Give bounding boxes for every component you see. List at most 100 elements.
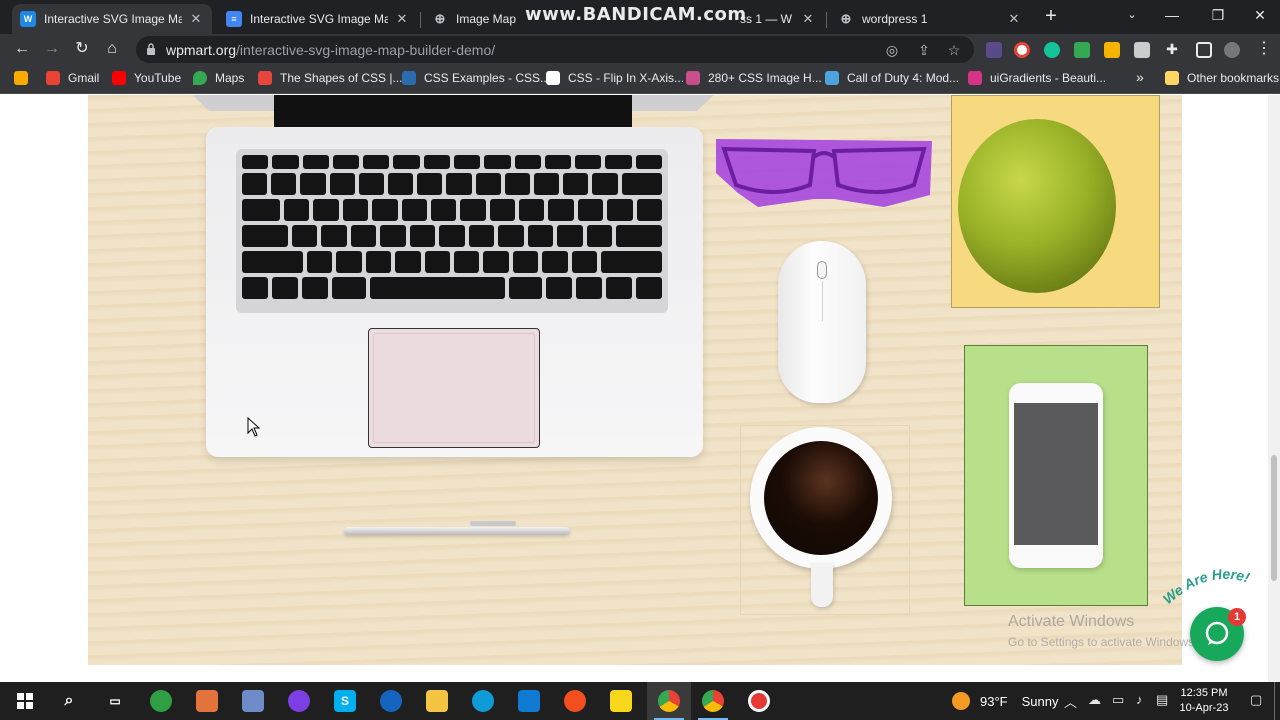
- bookmark-shapes-css[interactable]: The Shapes of CSS |...: [258, 71, 403, 85]
- trackpad-hotspot[interactable]: [368, 328, 540, 448]
- scrollbar-thumb[interactable]: [1271, 455, 1277, 581]
- edge-icon[interactable]: [472, 690, 494, 712]
- tray-chevron-icon[interactable]: ︿: [1064, 692, 1077, 711]
- bookmark-label: uiGradients - Beauti...: [990, 71, 1107, 85]
- activate-windows-subtitle: Go to Settings to activate Windows.: [1008, 635, 1198, 649]
- color-picker-extension-icon[interactable]: [986, 42, 1002, 58]
- chrome-profile-icon[interactable]: [702, 690, 724, 712]
- maximize-button[interactable]: ❐: [1198, 4, 1238, 26]
- bookmark-280-css[interactable]: 280+ CSS Image H...: [686, 71, 822, 85]
- tab-title: Interactive SVG Image Map B: [44, 12, 182, 26]
- bookmark-css-examples[interactable]: CSS Examples - CSS...: [402, 71, 550, 85]
- tab-title: Interactive SVG Image Map B: [250, 12, 388, 26]
- share-icon[interactable]: ⇪: [914, 40, 934, 60]
- other-bookmarks[interactable]: Other bookmarks: [1165, 71, 1279, 85]
- bandicam-record-icon[interactable]: [748, 690, 770, 712]
- bookmark-gmail[interactable]: Gmail: [46, 71, 99, 85]
- back-icon[interactable]: ←: [10, 37, 34, 61]
- url-path: /interactive-svg-image-map-builder-demo/: [236, 42, 496, 58]
- jr-icon: [686, 71, 700, 85]
- bookmark-youtube[interactable]: YouTube: [112, 71, 181, 85]
- screenshot-extension-icon[interactable]: [1134, 42, 1150, 58]
- volume-icon[interactable]: ♪: [1136, 692, 1143, 707]
- wp-icon: W: [20, 11, 36, 27]
- bookmark-call-of-duty[interactable]: Call of Duty 4: Mod...: [825, 71, 959, 85]
- glasses-hotspot[interactable]: [714, 137, 934, 209]
- bookmark-star-icon[interactable]: ☆: [944, 40, 964, 60]
- grammarly-icon[interactable]: [1044, 42, 1060, 58]
- app-icon-1[interactable]: [150, 690, 172, 712]
- new-tab-button[interactable]: +: [1040, 6, 1062, 28]
- chrome-extension-icon[interactable]: [1014, 42, 1030, 58]
- forward-icon[interactable]: →: [40, 37, 64, 61]
- figma-icon[interactable]: [564, 690, 586, 712]
- clock-date: 10-Apr-23: [1179, 702, 1229, 714]
- home-icon[interactable]: ⌂: [100, 37, 124, 61]
- bookmarks-overflow-button[interactable]: »: [1136, 69, 1144, 85]
- tab-5[interactable]: ⊕ wordpress 1 ✕: [830, 4, 1030, 34]
- sticky-note-extension-icon[interactable]: [1104, 42, 1120, 58]
- file-explorer-icon[interactable]: [426, 690, 448, 712]
- app-icon-2[interactable]: [196, 690, 218, 712]
- menu-kebab-icon[interactable]: ⋮: [1252, 37, 1276, 61]
- lock-icon: [147, 43, 155, 55]
- bookmark-css-flip[interactable]: CSS - Flip In X-Axis...: [546, 71, 684, 85]
- bookmark-label: The Shapes of CSS |...: [280, 71, 403, 85]
- github-icon[interactable]: [288, 690, 310, 712]
- search-icon[interactable]: ⌕: [58, 690, 80, 712]
- clock-time: 12:35 PM: [1180, 687, 1228, 699]
- tab-2[interactable]: ≡ Interactive SVG Image Map B ✕: [218, 4, 418, 34]
- tab-4[interactable]: ss 1 — W ✕: [732, 4, 824, 34]
- gmail-icon: [46, 71, 60, 85]
- skype-icon[interactable]: S: [334, 690, 356, 712]
- sun-icon: [952, 692, 970, 710]
- close-icon[interactable]: ✕: [1006, 11, 1022, 27]
- cod-icon: [825, 71, 839, 85]
- close-icon[interactable]: ✕: [188, 11, 204, 27]
- address-bar[interactable]: wpmart.org/interactive-svg-image-map-bui…: [136, 36, 974, 63]
- recording-watermark: www.BANDICAM.com: [525, 4, 747, 25]
- vscode-icon[interactable]: [518, 690, 540, 712]
- page-scrollbar[interactable]: [1268, 95, 1280, 682]
- language-icon[interactable]: ▤: [1156, 692, 1168, 708]
- cloud-icon[interactable]: ☁: [1088, 692, 1101, 708]
- chat-notification-badge: 1: [1228, 608, 1246, 626]
- url-text[interactable]: wpmart.org/interactive-svg-image-map-bui…: [166, 42, 495, 58]
- plant-hotspot[interactable]: [958, 119, 1116, 293]
- app-icon-4[interactable]: [380, 690, 402, 712]
- tab-separator: [420, 12, 421, 28]
- close-window-button[interactable]: ✕: [1240, 4, 1280, 26]
- tab-1[interactable]: W Interactive SVG Image Map B ✕: [12, 4, 212, 34]
- laptop-hotspot[interactable]: [206, 127, 703, 457]
- close-icon[interactable]: ✕: [800, 11, 816, 27]
- google-lens-icon[interactable]: ◎: [882, 40, 902, 60]
- app-icon-3[interactable]: [242, 690, 264, 712]
- profile-avatar[interactable]: [1224, 42, 1240, 58]
- bookmark-maps[interactable]: Maps: [193, 71, 244, 85]
- sheets-extension-icon[interactable]: [1074, 42, 1090, 58]
- weather-widget[interactable]: 93°F Sunny: [952, 692, 1058, 710]
- puzzle-extensions-icon[interactable]: ✚: [1160, 37, 1184, 61]
- phone-hotspot[interactable]: [1009, 383, 1103, 568]
- sidepanel-icon[interactable]: [1196, 42, 1212, 58]
- reload-icon[interactable]: ↻: [70, 37, 94, 61]
- close-icon[interactable]: ✕: [394, 11, 410, 27]
- task-view-icon[interactable]: ▭: [104, 690, 126, 712]
- windows-start-icon[interactable]: [14, 690, 36, 712]
- pen-hotspot[interactable]: [344, 521, 570, 535]
- tab-3[interactable]: ⊕ Image Map Bu: [424, 4, 524, 34]
- network-icon[interactable]: ▭: [1112, 692, 1124, 708]
- minimize-button[interactable]: —: [1152, 4, 1192, 26]
- apps-icon[interactable]: [14, 71, 36, 85]
- tab-search-icon[interactable]: ⌄: [1112, 4, 1152, 26]
- chrome-icon[interactable]: [658, 690, 680, 712]
- sticky-notes-icon[interactable]: [610, 690, 632, 712]
- show-desktop-button[interactable]: [1274, 682, 1275, 720]
- notification-icon[interactable]: ▢: [1250, 692, 1262, 708]
- chat-label-text: We Are Here!: [1160, 567, 1252, 607]
- bookmark-uigradients[interactable]: uiGradients - Beauti...: [968, 71, 1106, 85]
- system-clock[interactable]: 12:35 PM 10-Apr-23: [1176, 686, 1232, 716]
- bookmark-label: 280+ CSS Image H...: [708, 71, 822, 85]
- mouse-hotspot[interactable]: [778, 241, 866, 403]
- tab-title: ss 1 — W: [740, 12, 793, 26]
